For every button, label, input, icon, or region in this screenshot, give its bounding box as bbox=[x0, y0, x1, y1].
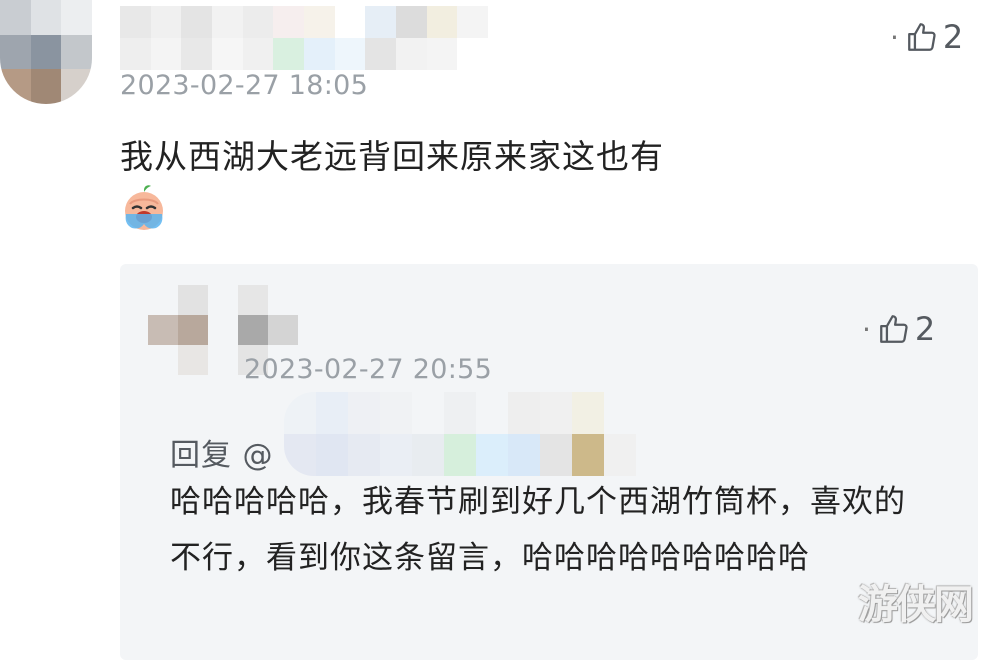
mosaic-cell bbox=[61, 69, 92, 104]
mosaic-cell bbox=[365, 6, 396, 38]
mosaic-cell bbox=[303, 6, 335, 38]
mosaic-cell bbox=[540, 434, 572, 476]
mosaic-cell bbox=[412, 434, 444, 476]
mosaic-cell bbox=[365, 38, 396, 70]
mosaic-cell bbox=[148, 345, 178, 375]
separator-dot: · bbox=[890, 20, 899, 54]
reply-timestamp: 2023-02-27 20:55 bbox=[244, 354, 493, 385]
mosaic-cell bbox=[380, 392, 412, 434]
comment-text: 我从西湖大老远背回来原来家这也有 bbox=[120, 137, 664, 176]
mosaic-cell bbox=[426, 38, 458, 70]
mosaic-cell bbox=[303, 38, 335, 70]
like-count: 2 bbox=[914, 310, 936, 348]
mosaic-cell bbox=[476, 392, 508, 434]
mosaic-cell bbox=[181, 38, 212, 70]
reply-to-username[interactable] bbox=[284, 392, 636, 476]
mosaic-cell bbox=[395, 6, 427, 38]
mosaic-cell bbox=[572, 392, 604, 434]
mosaic-cell bbox=[604, 392, 636, 434]
mosaic-cell bbox=[0, 0, 31, 35]
mosaic-cell bbox=[0, 34, 31, 70]
mosaic-cell bbox=[316, 434, 348, 476]
mosaic-cell bbox=[444, 434, 476, 476]
mosaic-cell bbox=[508, 434, 540, 476]
reply-to-label: 回复 @ bbox=[170, 438, 274, 473]
mosaic-cell bbox=[316, 392, 348, 434]
mosaic-cell bbox=[238, 285, 268, 315]
mosaic-cell bbox=[178, 345, 208, 375]
mosaic-cell bbox=[242, 38, 274, 70]
username[interactable] bbox=[120, 6, 488, 70]
mosaic-cell bbox=[604, 434, 636, 476]
mosaic-cell bbox=[211, 38, 243, 70]
like-button[interactable]: · 2 bbox=[890, 18, 963, 56]
mosaic-cell bbox=[61, 34, 92, 70]
mosaic-cell bbox=[120, 38, 151, 70]
mosaic-cell bbox=[457, 6, 488, 38]
mosaic-cell bbox=[334, 6, 366, 38]
mosaic-cell bbox=[540, 392, 572, 434]
mosaic-cell bbox=[30, 34, 62, 70]
mosaic-cell bbox=[211, 6, 243, 38]
mosaic-cell bbox=[273, 38, 304, 70]
mosaic-cell bbox=[120, 6, 151, 38]
mosaic-cell bbox=[242, 6, 274, 38]
mosaic-cell bbox=[395, 38, 427, 70]
reply-text: 哈哈哈哈哈，我春节刷到好几个西湖竹筒杯，喜欢的不行，看到你这条留言，哈哈哈哈哈哈… bbox=[170, 484, 906, 576]
mosaic-cell bbox=[334, 38, 366, 70]
separator-dot: · bbox=[862, 312, 871, 346]
mosaic-cell bbox=[150, 38, 182, 70]
mosaic-cell bbox=[150, 6, 182, 38]
mosaic-cell bbox=[348, 434, 380, 476]
mosaic-cell bbox=[181, 6, 212, 38]
mosaic-cell bbox=[178, 315, 208, 345]
mosaic-cell bbox=[380, 434, 412, 476]
mosaic-cell bbox=[208, 285, 238, 315]
mosaic-cell bbox=[572, 434, 604, 476]
mosaic-cell bbox=[457, 38, 488, 70]
mosaic-cell bbox=[426, 6, 458, 38]
thumbs-up-icon bbox=[877, 312, 911, 346]
mosaic-cell bbox=[268, 285, 298, 315]
crying-face-emoji-icon bbox=[120, 184, 168, 232]
mosaic-cell bbox=[148, 315, 178, 345]
mosaic-cell bbox=[348, 392, 380, 434]
mosaic-cell bbox=[268, 315, 298, 345]
mosaic-cell bbox=[444, 392, 476, 434]
mosaic-cell bbox=[30, 0, 62, 35]
avatar[interactable] bbox=[0, 0, 92, 104]
comment-timestamp: 2023-02-27 18:05 bbox=[120, 70, 369, 101]
mosaic-cell bbox=[412, 392, 444, 434]
mosaic-cell bbox=[476, 434, 508, 476]
mosaic-cell bbox=[208, 315, 238, 345]
mosaic-cell bbox=[30, 69, 62, 104]
mosaic-cell bbox=[61, 0, 92, 35]
mosaic-cell bbox=[208, 345, 238, 375]
mosaic-cell bbox=[178, 285, 208, 315]
mosaic-cell bbox=[273, 6, 304, 38]
mosaic-cell bbox=[0, 69, 31, 104]
thumbs-up-icon bbox=[905, 20, 939, 54]
site-watermark: 游侠网 bbox=[858, 581, 974, 628]
reply-like-button[interactable]: · 2 bbox=[862, 310, 935, 348]
mosaic-cell bbox=[238, 315, 268, 345]
mosaic-cell bbox=[508, 392, 540, 434]
like-count: 2 bbox=[942, 18, 964, 56]
mosaic-cell bbox=[148, 285, 178, 315]
